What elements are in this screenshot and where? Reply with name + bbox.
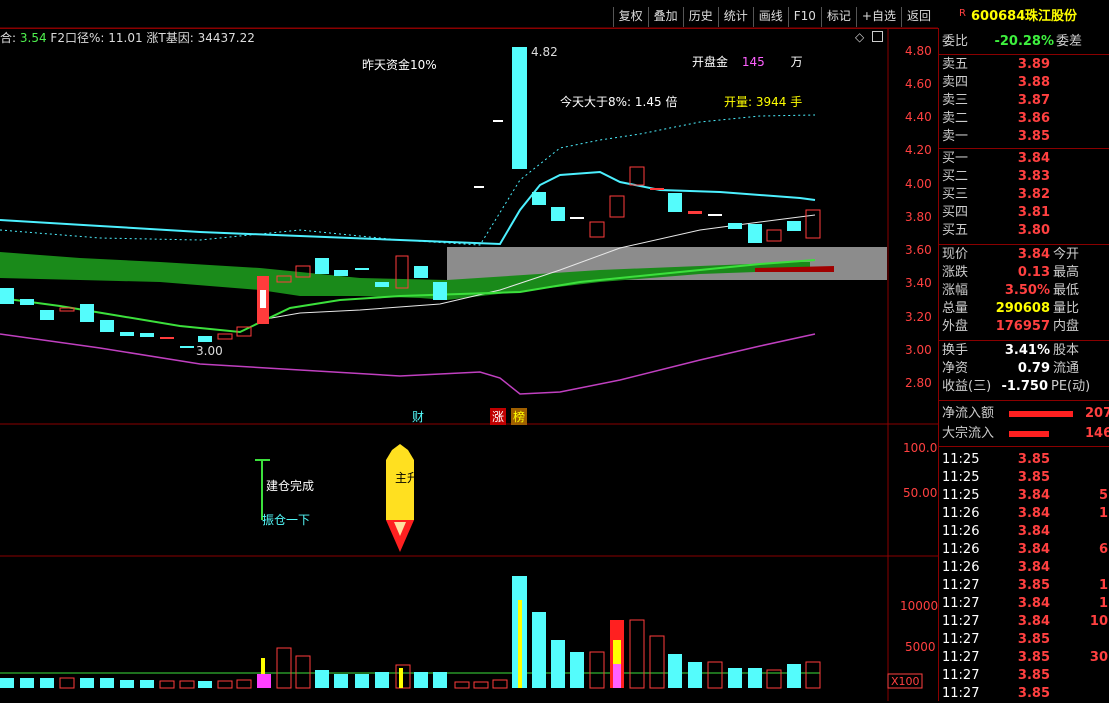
- restore-rights-button[interactable]: 复权: [612, 7, 648, 27]
- maximize-icon[interactable]: [872, 31, 883, 42]
- purple-line: [0, 333, 816, 395]
- tick-row: 11:26 3.84 6: [942, 542, 1108, 557]
- volume-panel: 10000 5000 X100: [0, 576, 938, 689]
- tick-row: 11:27 3.85 30: [942, 650, 1108, 665]
- history-button[interactable]: 历史: [682, 7, 718, 27]
- ranking-tag[interactable]: 榜: [511, 408, 528, 425]
- limit-up-tag[interactable]: 涨: [490, 408, 507, 425]
- toolbar-buttons: 复权 叠加 历史 统计 画线 F10 标记 +自选 返回: [612, 7, 936, 27]
- low-marker: 3.00: [196, 344, 223, 358]
- buy-4: 买四 3.81: [942, 205, 1050, 220]
- indicator-panel: 100.0 50.00 建仓完成 振仓一下 主升浪: [255, 441, 937, 552]
- block-inflow-bar: [1009, 431, 1049, 437]
- svg-text:10000: 10000: [900, 599, 938, 613]
- green-cloud: [0, 252, 447, 300]
- mark-button[interactable]: 标记: [820, 7, 856, 27]
- add-watchlist-button[interactable]: +自选: [855, 7, 901, 27]
- svg-text:4.00: 4.00: [905, 177, 932, 191]
- tick-row: 11:25 3.85: [942, 452, 1050, 467]
- svg-text:3.60: 3.60: [905, 243, 932, 257]
- tick-row: 11:25 3.84 5: [942, 488, 1108, 503]
- block-inflow: 大宗流入 146: [942, 426, 1109, 441]
- finance-tag[interactable]: 财: [412, 408, 424, 425]
- yesterday-funds-label: 昨天资金10%: [362, 58, 437, 72]
- svg-text:主升浪: 主升浪: [395, 470, 431, 485]
- svg-text:3.40: 3.40: [905, 276, 932, 290]
- svg-text:4.40: 4.40: [905, 110, 932, 124]
- tick-row: 11:25 3.85: [942, 470, 1050, 485]
- f10-button[interactable]: F10: [787, 7, 821, 27]
- indicator-legend: 合: 3.54 F2口径%: 11.01 涨T基因: 34437.22: [0, 31, 255, 45]
- svg-text:建仓完成: 建仓完成: [266, 478, 314, 493]
- tick-row: 11:26 3.84: [942, 524, 1050, 539]
- today-over-8: 今天大于8%: 1.45 倍: [560, 95, 678, 109]
- buy-1: 买一 3.84: [942, 151, 1050, 166]
- quote-now: 现价 3.84 今开: [942, 247, 1080, 262]
- svg-text:4.60: 4.60: [905, 77, 932, 91]
- tick-row: 11:27 3.85: [942, 668, 1050, 683]
- sell-3: 卖三 3.87: [942, 93, 1050, 108]
- tick-row: 11:26 3.84 1: [942, 506, 1108, 521]
- sell-2: 卖二 3.86: [942, 111, 1050, 126]
- stock-header: R 600684 珠江股份: [959, 8, 1078, 24]
- quote-panel: R 600684 珠江股份 委比 -20.28% 委差 卖五 3.89 卖四 3.8…: [938, 8, 1109, 701]
- svg-text:4.80: 4.80: [905, 44, 932, 58]
- svg-text:50.00: 50.00: [903, 486, 937, 500]
- candles: [0, 47, 821, 348]
- sell-4: 卖四 3.88: [942, 75, 1050, 90]
- buy-2: 买二 3.83: [942, 169, 1050, 184]
- back-button[interactable]: 返回: [900, 7, 936, 27]
- quote-volume: 总量 290608 量比: [942, 301, 1080, 316]
- open-amount: 开盘金 145 万: [692, 55, 803, 69]
- svg-text:3.80: 3.80: [905, 210, 932, 224]
- top-toolbar: 复权 叠加 历史 统计 画线 F10 标记 +自选 返回: [0, 0, 938, 29]
- tick-row: 11:27 3.84 10: [942, 614, 1108, 629]
- upper-dotted-line: [0, 114, 816, 246]
- tick-row: 11:27 3.85: [942, 686, 1050, 701]
- overlay-button[interactable]: 叠加: [647, 7, 683, 27]
- high-marker: 4.82: [531, 45, 558, 59]
- quote-turnover: 换手 3.41% 股本: [942, 343, 1080, 358]
- diamond-icon[interactable]: ◇: [855, 30, 864, 44]
- svg-text:100.0: 100.0: [903, 441, 937, 455]
- tick-row: 11:27 3.85: [942, 632, 1050, 647]
- svg-text:3.00: 3.00: [905, 343, 932, 357]
- buy-5: 买五 3.80: [942, 223, 1050, 238]
- quote-netasset: 净资 0.79 流通: [942, 361, 1080, 376]
- quote-outer: 外盘 176957 内盘: [942, 319, 1080, 334]
- ma-cyan-line: [0, 170, 816, 246]
- svg-text:振仓一下: 振仓一下: [262, 513, 310, 527]
- statistics-button[interactable]: 统计: [717, 7, 753, 27]
- svg-text:2.80: 2.80: [905, 376, 932, 390]
- svg-text:5000: 5000: [905, 640, 936, 654]
- buy-3: 买三 3.82: [942, 187, 1050, 202]
- quote-eps: 收益(三) -1.750 PE(动): [942, 379, 1091, 394]
- tick-row: 11:26 3.84: [942, 560, 1050, 575]
- svg-text:X100: X100: [891, 675, 920, 688]
- quote-pct: 涨幅 3.50% 最低: [942, 283, 1080, 298]
- draw-line-button[interactable]: 画线: [752, 7, 788, 27]
- sell-5: 卖五 3.89: [942, 57, 1050, 72]
- weibi-row: 委比 -20.28% 委差: [942, 34, 1083, 49]
- quote-change: 涨跌 0.13 最高: [942, 265, 1080, 280]
- tick-row: 11:27 3.84 1: [942, 596, 1108, 611]
- tick-row: 11:27 3.85 1: [942, 578, 1108, 593]
- price-axis: 4.80 4.60 4.40 4.20 4.00 3.80 3.60 3.40 …: [905, 44, 932, 390]
- net-inflow: 净流入额 207: [942, 406, 1109, 421]
- sell-1: 卖一 3.85: [942, 129, 1050, 144]
- svg-text:4.20: 4.20: [905, 143, 932, 157]
- svg-text:3.20: 3.20: [905, 310, 932, 324]
- net-inflow-bar: [1009, 411, 1073, 417]
- open-volume: 开量: 3944 手: [724, 95, 803, 109]
